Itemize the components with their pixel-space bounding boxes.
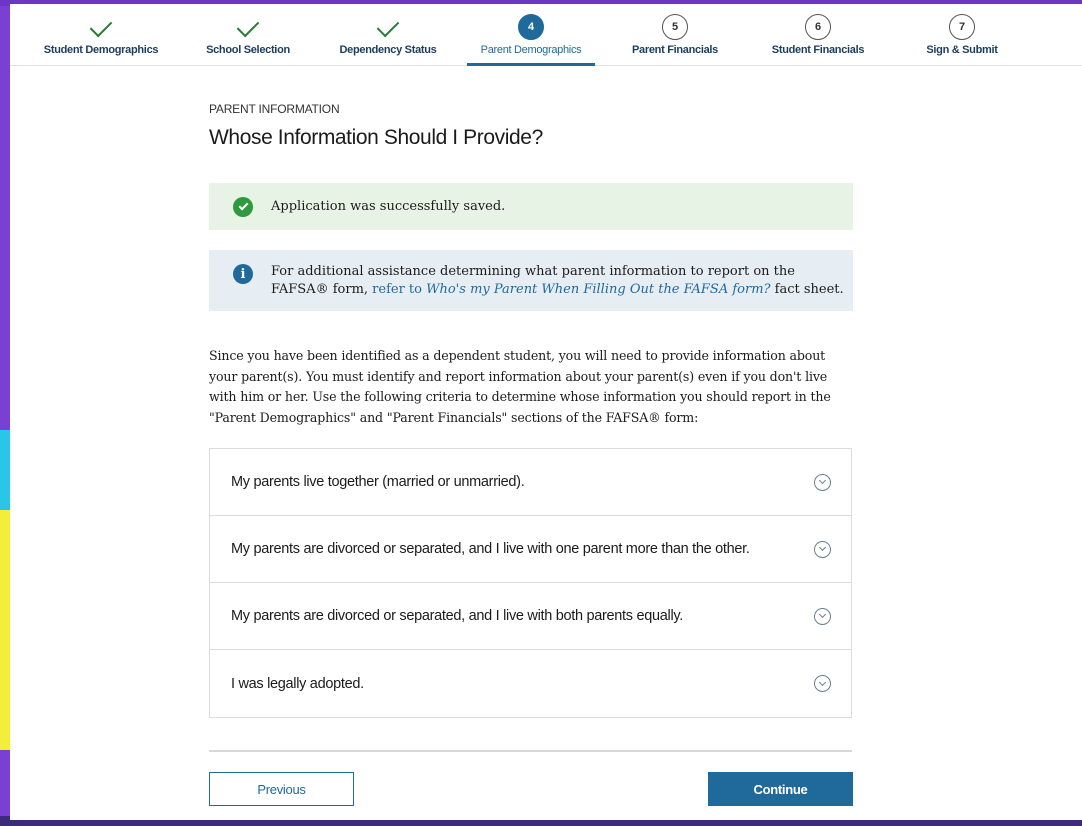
chevron-down-icon[interactable] xyxy=(814,540,831,558)
accordion-item-divorced-both-equally[interactable]: My parents are divorced or separated, an… xyxy=(210,583,851,650)
page-title: Whose Information Should I Provide? xyxy=(209,126,543,149)
info-text-suffix: fact sheet. xyxy=(770,282,844,297)
info-alert: i For additional assistance determining … xyxy=(209,250,853,311)
accordion-item-divorced-one-parent[interactable]: My parents are divorced or separated, an… xyxy=(210,516,851,583)
step-number-badge: 5 xyxy=(662,14,688,40)
step-label: Parent Financials xyxy=(632,44,718,56)
accordion-item-label: My parents are divorced or separated, an… xyxy=(231,608,683,624)
accordion-item-label: I was legally adopted. xyxy=(231,675,364,692)
step-label: Parent Demographics xyxy=(480,44,582,56)
step-dependency-status[interactable]: Dependency Status xyxy=(332,4,444,66)
step-student-financials[interactable]: 6 Student Financials xyxy=(765,4,871,66)
section-divider xyxy=(209,750,852,752)
success-alert: Application was successfully saved. xyxy=(209,183,853,230)
success-alert-text: Application was successfully saved. xyxy=(271,198,506,214)
checkmark-icon xyxy=(236,14,260,38)
fact-sheet-link[interactable]: refer to Who's my Parent When Filling Ou… xyxy=(372,282,770,297)
step-sign-submit[interactable]: 7 Sign & Submit xyxy=(915,4,1009,66)
continue-button[interactable]: Continue xyxy=(708,772,853,806)
fafsa-form-screen: Student Demographics School Selection De… xyxy=(10,4,1082,820)
checkmark-icon xyxy=(89,14,113,38)
info-alert-text: For additional assistance determining wh… xyxy=(271,263,853,299)
accordion-item-live-together[interactable]: My parents live together (married or unm… xyxy=(210,449,851,516)
checkmark-icon xyxy=(376,14,400,38)
previous-button[interactable]: Previous xyxy=(209,772,354,806)
progress-stepper: Student Demographics School Selection De… xyxy=(10,4,1082,66)
intro-paragraph: Since you have been identified as a depe… xyxy=(209,348,831,425)
accordion-item-label: My parents live together (married or unm… xyxy=(231,474,525,490)
info-icon: i xyxy=(233,264,253,284)
chevron-down-icon[interactable] xyxy=(814,473,831,491)
step-parent-demographics[interactable]: 4 Parent Demographics xyxy=(467,4,595,66)
chevron-down-icon[interactable] xyxy=(814,675,831,692)
accordion-item-adopted[interactable]: I was legally adopted. xyxy=(210,650,851,717)
step-student-demographics[interactable]: Student Demographics xyxy=(40,4,162,66)
step-number-badge: 7 xyxy=(949,14,975,40)
step-parent-financials[interactable]: 5 Parent Financials xyxy=(624,4,726,66)
chevron-down-icon[interactable] xyxy=(814,607,831,625)
step-label: Student Financials xyxy=(771,44,865,56)
step-label: Sign & Submit xyxy=(926,44,998,56)
step-label: School Selection xyxy=(206,44,290,56)
step-number-badge: 4 xyxy=(518,14,544,40)
step-label: Student Demographics xyxy=(43,44,159,56)
accordion-item-label: My parents are divorced or separated, an… xyxy=(231,541,750,557)
step-school-selection[interactable]: School Selection xyxy=(193,4,303,66)
success-check-icon xyxy=(233,196,253,217)
section-eyebrow: PARENT INFORMATION xyxy=(209,102,340,116)
parent-criteria-accordion: My parents live together (married or unm… xyxy=(209,448,852,718)
step-number-badge: 6 xyxy=(805,14,831,40)
step-label: Dependency Status xyxy=(339,44,437,56)
